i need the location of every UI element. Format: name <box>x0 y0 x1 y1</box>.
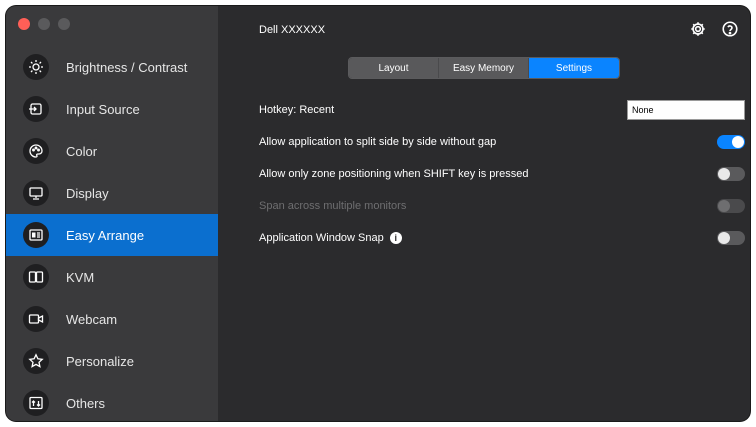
sidebar-item-easy-arrange[interactable]: Easy Arrange <box>6 214 218 256</box>
tab-settings[interactable]: Settings <box>529 58 619 78</box>
split-gap-label: Allow application to split side by side … <box>259 136 497 148</box>
hotkey-label: Hotkey: Recent <box>259 104 335 116</box>
sidebar-nav: Brightness / Contrast Input Source Color… <box>6 46 218 421</box>
sidebar-item-personalize[interactable]: Personalize <box>6 340 218 382</box>
tab-bar: Layout Easy Memory Settings <box>348 57 620 79</box>
others-icon <box>23 390 49 416</box>
help-icon[interactable] <box>720 19 740 39</box>
settings-list: Hotkey: Recent Allow application to spli… <box>259 94 745 254</box>
span-monitors-row: Span across multiple monitors <box>259 190 745 222</box>
zoom-window-button[interactable] <box>58 18 70 30</box>
window-snap-label: Application Window Snap <box>259 232 384 244</box>
sidebar-item-label: Color <box>66 143 98 159</box>
split-gap-row: Allow application to split side by side … <box>259 126 745 158</box>
header-actions <box>688 19 740 39</box>
sidebar-item-label: Webcam <box>66 311 118 327</box>
sidebar-item-label: Personalize <box>66 353 134 369</box>
star-icon <box>23 348 49 374</box>
kvm-icon <box>23 264 49 290</box>
tab-easy-memory[interactable]: Easy Memory <box>439 58 529 78</box>
sidebar: Brightness / Contrast Input Source Color… <box>6 6 218 421</box>
hotkey-field[interactable] <box>627 100 745 120</box>
sidebar-item-label: Others <box>66 395 106 411</box>
hotkey-row: Hotkey: Recent <box>259 94 745 126</box>
sidebar-item-display[interactable]: Display <box>6 172 218 214</box>
sidebar-item-others[interactable]: Others <box>6 382 218 421</box>
info-icon[interactable]: i <box>389 232 402 244</box>
window-snap-row: Application Window Snap i <box>259 222 745 254</box>
window-title: Dell XXXXXX <box>259 24 326 36</box>
easy-arrange-icon <box>23 222 49 248</box>
shift-zone-toggle[interactable] <box>717 167 745 181</box>
minimize-window-button[interactable] <box>38 18 50 30</box>
app-window: Brightness / Contrast Input Source Color… <box>6 6 750 421</box>
sidebar-item-brightness-contrast[interactable]: Brightness / Contrast <box>6 46 218 88</box>
span-monitors-label: Span across multiple monitors <box>259 200 407 212</box>
tab-layout[interactable]: Layout <box>349 58 439 78</box>
main-panel: Dell XXXXXX Layout Easy Memory Settings … <box>218 6 750 421</box>
sidebar-item-label: KVM <box>66 269 95 285</box>
sidebar-item-kvm[interactable]: KVM <box>6 256 218 298</box>
sidebar-item-label: Brightness / Contrast <box>66 59 188 75</box>
span-monitors-toggle <box>717 199 745 213</box>
window-controls <box>18 18 70 30</box>
split-gap-toggle[interactable] <box>717 135 745 149</box>
sidebar-item-webcam[interactable]: Webcam <box>6 298 218 340</box>
shift-zone-row: Allow only zone positioning when SHIFT k… <box>259 158 745 190</box>
gear-icon[interactable] <box>688 19 708 39</box>
sun-icon <box>23 54 49 80</box>
shift-zone-label: Allow only zone positioning when SHIFT k… <box>259 168 529 180</box>
input-source-icon <box>23 96 49 122</box>
monitor-icon <box>23 180 49 206</box>
sidebar-item-input-source[interactable]: Input Source <box>6 88 218 130</box>
color-palette-icon <box>23 138 49 164</box>
sidebar-item-label: Input Source <box>66 101 140 117</box>
sidebar-item-label: Display <box>66 185 109 201</box>
window-snap-toggle[interactable] <box>717 231 745 245</box>
sidebar-item-color[interactable]: Color <box>6 130 218 172</box>
sidebar-item-label: Easy Arrange <box>66 227 145 243</box>
close-window-button[interactable] <box>18 18 30 30</box>
webcam-icon <box>23 306 49 332</box>
